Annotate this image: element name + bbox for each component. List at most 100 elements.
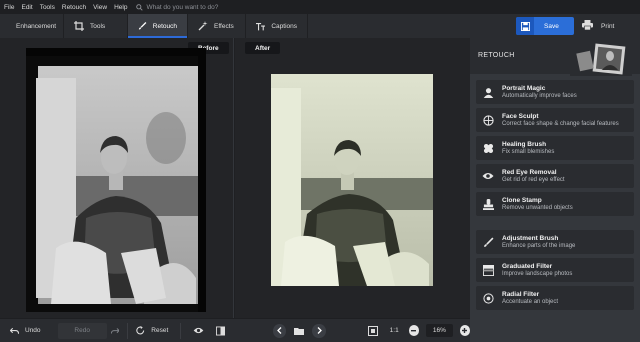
radial-icon	[480, 290, 496, 306]
compare-view-button[interactable]	[216, 326, 226, 336]
magic-wand-icon	[198, 21, 208, 31]
save-button[interactable]: Save	[516, 17, 574, 35]
tool-description: Improve landscape photos	[502, 271, 573, 277]
print-label: Print	[601, 22, 615, 30]
fit-to-screen-button[interactable]	[367, 325, 378, 336]
after-photo	[271, 74, 433, 286]
panel-header: RETOUCH	[470, 38, 640, 76]
open-folder-button[interactable]	[294, 327, 305, 335]
tool-name: Adjustment Brush	[502, 235, 559, 242]
tool-description: Remove unwanted objects	[502, 205, 573, 211]
crop-icon	[74, 21, 84, 31]
tool-name: Healing Brush	[502, 141, 547, 148]
bottom-toolbar: Undo Redo Reset 1:1 16%	[0, 318, 471, 342]
retouch-panel: RETOUCH Portrait Magic Automatically impr…	[470, 38, 640, 342]
tab-effects[interactable]: Effects	[188, 14, 246, 38]
tool-description: Correct face shape & change facial featu…	[502, 121, 619, 127]
search-icon	[136, 3, 144, 11]
face-sculpt-icon	[480, 112, 496, 128]
tool-name: Graduated Filter	[502, 263, 553, 270]
panel-header-thumbnail	[570, 42, 632, 76]
menu-tools[interactable]: Tools	[40, 4, 55, 11]
reset-icon	[136, 326, 145, 335]
menu-view[interactable]: View	[93, 4, 107, 11]
tab-bar: Enhancement Tools Retouch Effects Captio…	[0, 14, 470, 38]
chevron-left-icon	[277, 327, 282, 334]
tool-healing-brush[interactable]: Healing Brush Fix small blemishes	[476, 136, 634, 160]
tool-description: Automatically improve faces	[502, 93, 577, 99]
minus-icon	[411, 329, 417, 331]
tool-description: Get rid of red eye effect	[502, 177, 565, 183]
tool-face-sculpt[interactable]: Face Sculpt Correct face shape & change f…	[476, 108, 634, 132]
tab-retouch-label: Retouch	[152, 22, 177, 30]
menu-bar: File Edit Tools Retouch View Help What d…	[0, 0, 640, 14]
action-bar: Save Print	[470, 14, 640, 38]
tab-enhancement[interactable]: Enhancement	[0, 14, 64, 38]
panel-title: RETOUCH	[478, 52, 515, 59]
menu-edit[interactable]: Edit	[21, 4, 32, 11]
tool-description: Accentuate an object	[502, 299, 559, 305]
after-pane: After	[235, 38, 470, 318]
save-icon	[516, 17, 534, 35]
tool-description: Fix small blemishes	[502, 149, 555, 155]
zoom-out-button[interactable]	[408, 325, 420, 336]
brush-icon	[480, 234, 496, 250]
portrait-icon	[480, 84, 496, 100]
redo-button[interactable]: Redo	[57, 322, 107, 339]
menu-help[interactable]: Help	[114, 4, 127, 11]
menu-retouch[interactable]: Retouch	[62, 4, 86, 11]
tab-effects-label: Effects	[214, 22, 234, 30]
image-canvas[interactable]: Before After	[0, 38, 470, 318]
tool-name: Portrait Magic	[502, 85, 546, 92]
save-label: Save	[544, 22, 559, 30]
before-pane: Before	[0, 38, 234, 318]
stamp-icon	[480, 196, 496, 212]
chevron-right-icon	[317, 327, 322, 334]
tab-retouch[interactable]: Retouch	[128, 14, 188, 38]
divider	[127, 322, 129, 339]
divider	[180, 322, 182, 339]
redo-icon	[110, 327, 120, 334]
tool-portrait-magic[interactable]: Portrait Magic Automatically improve face…	[476, 80, 634, 104]
quick-search-placeholder: What do you want to do?	[146, 3, 219, 11]
tool-name: Radial Filter	[502, 291, 540, 298]
folder-icon	[294, 327, 305, 335]
tool-red-eye-removal[interactable]: Red Eye Removal Get rid of red eye effect	[476, 164, 634, 188]
undo-label: Undo	[25, 327, 41, 334]
fit-screen-icon	[367, 325, 378, 336]
zoom-level-input[interactable]: 16%	[426, 324, 453, 337]
plus-icon	[462, 328, 468, 333]
eye-icon	[480, 168, 496, 184]
tab-captions-label: Captions	[271, 22, 297, 30]
tool-name: Red Eye Removal	[502, 169, 557, 176]
tool-graduated-filter[interactable]: Graduated Filter Improve landscape photos	[476, 258, 634, 282]
tool-adjustment-brush[interactable]: Adjustment Brush Enhance parts of the ima…	[476, 230, 634, 254]
actual-size-button[interactable]: 1:1	[390, 327, 399, 334]
next-image-button[interactable]	[312, 323, 326, 338]
prev-image-button[interactable]	[273, 323, 287, 338]
split-view-icon	[216, 326, 226, 335]
zoom-in-button[interactable]	[459, 325, 471, 336]
preview-eye-button[interactable]	[193, 327, 204, 334]
menu-file[interactable]: File	[4, 4, 14, 11]
tool-name: Clone Stamp	[502, 197, 542, 204]
undo-icon	[10, 327, 19, 334]
print-button[interactable]: Print	[578, 17, 634, 35]
print-icon	[582, 20, 593, 32]
tool-clone-stamp[interactable]: Clone Stamp Remove unwanted objects	[476, 192, 634, 216]
tool-description: Enhance parts of the image	[502, 243, 576, 249]
gradient-icon	[480, 262, 496, 278]
undo-button[interactable]: Undo	[10, 323, 52, 339]
tool-radial-filter[interactable]: Radial Filter Accentuate an object	[476, 286, 634, 310]
redo-label: Redo	[74, 327, 90, 334]
before-photo	[26, 48, 206, 312]
tab-tools[interactable]: Tools	[64, 14, 128, 38]
after-label: After	[245, 42, 281, 54]
reset-button[interactable]: Reset	[136, 323, 168, 339]
eye-icon	[193, 327, 204, 334]
tool-name: Face Sculpt	[502, 113, 539, 120]
reset-label: Reset	[151, 327, 169, 334]
quick-search[interactable]: What do you want to do?	[136, 4, 218, 11]
tab-tools-label: Tools	[90, 22, 106, 30]
tab-captions[interactable]: Captions	[246, 14, 308, 38]
